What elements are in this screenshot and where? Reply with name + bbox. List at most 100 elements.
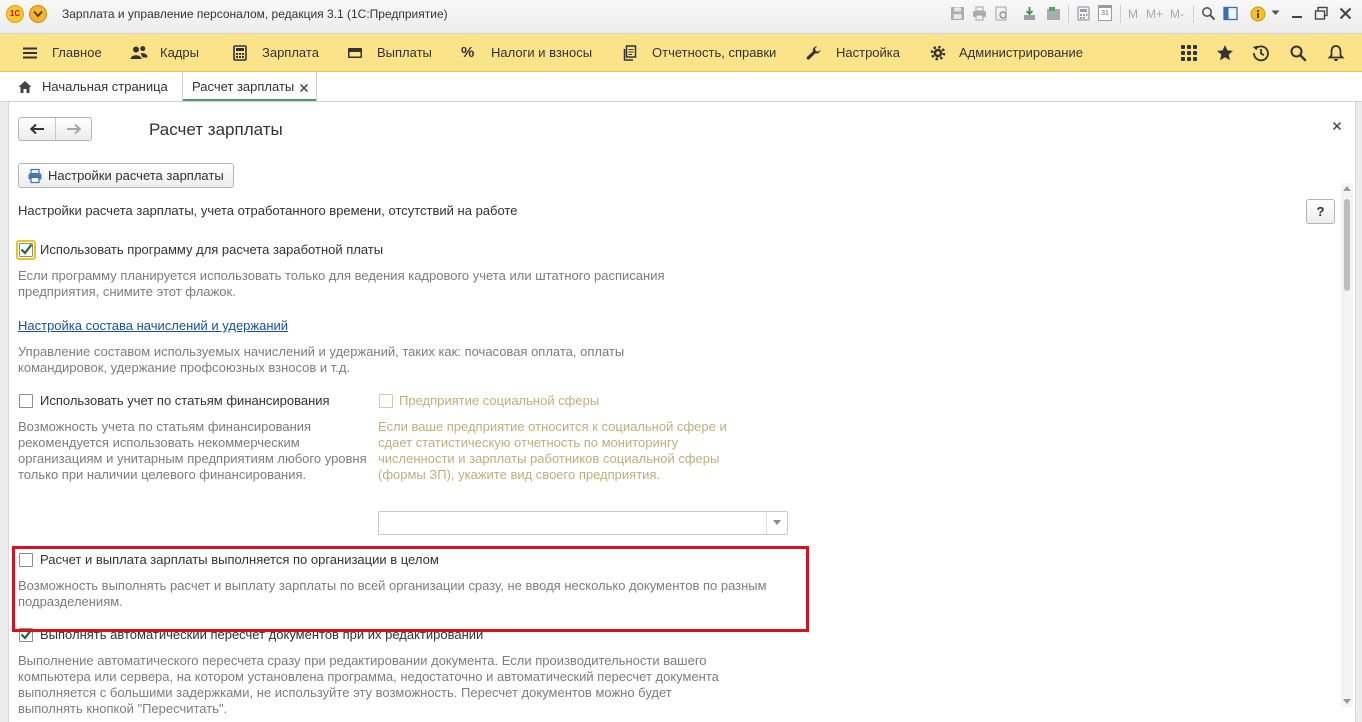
use-program-hint: Если программу планируется использовать … bbox=[18, 268, 665, 300]
close-form-button[interactable] bbox=[1332, 121, 1342, 131]
save-icon[interactable] bbox=[950, 6, 965, 21]
auto-recalc-hint: Выполнение автоматического пересчета сра… bbox=[18, 653, 719, 717]
restore-icon[interactable] bbox=[1314, 6, 1329, 21]
arrow-right-icon bbox=[67, 123, 82, 135]
menu-item-salary[interactable]: Зарплата bbox=[262, 45, 319, 61]
attach-file-icon[interactable] bbox=[1022, 6, 1037, 21]
help-button[interactable]: ? bbox=[1306, 199, 1335, 224]
accruals-hint: Управление составом используемых начисле… bbox=[18, 344, 624, 376]
financing-label[interactable]: Использовать учет по статьям финансирова… bbox=[40, 393, 330, 409]
percent-icon: % bbox=[461, 44, 475, 61]
apps-grid-icon[interactable] bbox=[1180, 44, 1198, 62]
zoom-icon[interactable] bbox=[1201, 6, 1216, 21]
auto-recalc-label[interactable]: Выполнять автоматический пересчет докуме… bbox=[40, 627, 483, 643]
org-level-checkbox[interactable] bbox=[19, 553, 33, 567]
hint-line: Если программу планируется использовать … bbox=[18, 268, 665, 283]
org-level-label[interactable]: Расчет и выплата зарплаты выполняется по… bbox=[40, 552, 439, 568]
print-icon[interactable] bbox=[972, 6, 987, 21]
toolbar-separator bbox=[1120, 5, 1121, 23]
calendar-icon[interactable]: 31 bbox=[1098, 5, 1112, 21]
vertical-scrollbar[interactable] bbox=[1341, 183, 1353, 707]
close-tab-icon[interactable] bbox=[299, 83, 309, 93]
hint-line: Если ваше предприятие относится к социал… bbox=[378, 419, 727, 434]
salary-settings-button-label: Настройки расчета зарплаты bbox=[48, 168, 224, 183]
app-logo-icon[interactable]: 1С bbox=[6, 5, 24, 23]
tab-salary-calculation[interactable]: Расчет зарплаты bbox=[192, 79, 294, 95]
menu-item-administration[interactable]: Администрирование bbox=[959, 45, 1083, 61]
form-title: Расчет зарплаты bbox=[149, 120, 283, 139]
scrollbar-thumb[interactable] bbox=[1344, 199, 1350, 291]
hint-line: предприятия, снимите этот флажок. bbox=[18, 284, 236, 299]
menu-item-reports[interactable]: Отчетность, справки bbox=[652, 45, 776, 61]
menu-item-main[interactable]: Главное bbox=[52, 45, 102, 61]
forward-button[interactable] bbox=[56, 118, 92, 140]
menu-item-personnel[interactable]: Кадры bbox=[160, 45, 199, 61]
scroll-up-arrow-icon[interactable] bbox=[1343, 186, 1351, 191]
hint-line: Управление составом используемых начисле… bbox=[18, 344, 625, 359]
hint-line: выполняется с большими задержками, не ис… bbox=[18, 685, 672, 700]
menu-item-taxes[interactable]: Налоги и взносы bbox=[491, 45, 592, 61]
export-icon[interactable] bbox=[1046, 6, 1061, 21]
close-window-icon[interactable] bbox=[1338, 6, 1353, 21]
select-dropdown-button[interactable] bbox=[766, 512, 787, 534]
hint-line: рекомендуется использовать некоммерчески… bbox=[18, 435, 300, 450]
bell-icon[interactable] bbox=[1327, 44, 1345, 62]
financing-checkbox[interactable] bbox=[19, 394, 33, 408]
print-preview-icon[interactable] bbox=[994, 6, 1009, 21]
checkmark-icon bbox=[20, 243, 33, 255]
calculator-icon bbox=[233, 45, 247, 61]
use-program-label[interactable]: Использовать программу для расчета зараб… bbox=[40, 242, 383, 258]
memory-button[interactable]: M bbox=[1128, 6, 1138, 22]
section-header: Настройки расчета зарплаты, учета отрабо… bbox=[18, 203, 518, 218]
hint-line: Возможность выполнять расчет и выплату з… bbox=[18, 578, 767, 593]
memory-minus-button[interactable]: M- bbox=[1170, 6, 1184, 22]
back-button[interactable] bbox=[19, 118, 55, 140]
social-sphere-checkbox[interactable] bbox=[379, 394, 393, 408]
chevron-down-icon bbox=[773, 520, 781, 525]
search-icon[interactable] bbox=[1289, 44, 1307, 62]
hint-line: Возможность учета по статьям финансирова… bbox=[18, 419, 312, 434]
tab-separator bbox=[182, 72, 183, 101]
toolbar-separator bbox=[1068, 5, 1069, 23]
menu-item-settings[interactable]: Настройка bbox=[836, 45, 900, 61]
scroll-down-arrow-icon[interactable] bbox=[1343, 699, 1351, 704]
calculator-small-icon[interactable] bbox=[1076, 6, 1091, 21]
printer-icon bbox=[28, 168, 42, 184]
history-nav bbox=[18, 117, 92, 141]
active-tab-indicator bbox=[183, 99, 316, 101]
wallet-icon bbox=[348, 48, 362, 58]
main-menu-dropdown-icon[interactable] bbox=[29, 5, 47, 23]
auto-recalc-checkbox[interactable] bbox=[19, 628, 33, 642]
people-icon bbox=[130, 46, 148, 59]
wrench-icon bbox=[806, 46, 821, 60]
hamburger-icon bbox=[23, 47, 37, 59]
social-sphere-hint: Если ваше предприятие относится к социал… bbox=[378, 419, 727, 483]
star-icon[interactable] bbox=[1216, 44, 1234, 62]
menu-item-payments[interactable]: Выплаты bbox=[377, 45, 432, 61]
financing-hint: Возможность учета по статьям финансирова… bbox=[18, 419, 367, 483]
org-level-hint: Возможность выполнять расчет и выплату з… bbox=[18, 578, 767, 610]
title-bar: 1С Зарплата и управление персоналом, ред… bbox=[0, 0, 1362, 34]
use-program-checkbox[interactable] bbox=[19, 243, 33, 257]
history-icon[interactable] bbox=[1252, 44, 1270, 62]
arrow-left-icon bbox=[29, 123, 44, 135]
home-icon bbox=[18, 81, 32, 93]
hint-line: сдает статистическую отчетность по монит… bbox=[378, 435, 679, 450]
info-icon[interactable] bbox=[1250, 6, 1266, 22]
calendar-day: 31 bbox=[1101, 10, 1109, 17]
panel-layout-icon[interactable] bbox=[1223, 6, 1238, 21]
app-logo-text: 1С bbox=[9, 9, 21, 18]
window-title: Зарплата и управление персоналом, редакц… bbox=[62, 7, 448, 21]
gear-icon bbox=[930, 45, 946, 61]
documents-icon bbox=[623, 45, 637, 61]
dropdown-arrow-icon[interactable] bbox=[1271, 10, 1280, 16]
hint-line: командировок, удержание профсоюзных взно… bbox=[18, 360, 351, 375]
hint-line: выполнять кнопкой "Пересчитать". bbox=[18, 701, 228, 716]
hint-line: Выполнение автоматического пересчета сра… bbox=[18, 653, 707, 668]
accruals-settings-link[interactable]: Настройка состава начислений и удержаний bbox=[18, 318, 288, 334]
tab-home[interactable]: Начальная страница bbox=[42, 79, 168, 95]
social-sphere-type-select[interactable] bbox=[378, 511, 788, 535]
minimize-icon[interactable] bbox=[1290, 6, 1305, 21]
memory-plus-button[interactable]: M+ bbox=[1146, 6, 1163, 22]
salary-settings-button[interactable]: Настройки расчета зарплаты bbox=[18, 163, 234, 188]
